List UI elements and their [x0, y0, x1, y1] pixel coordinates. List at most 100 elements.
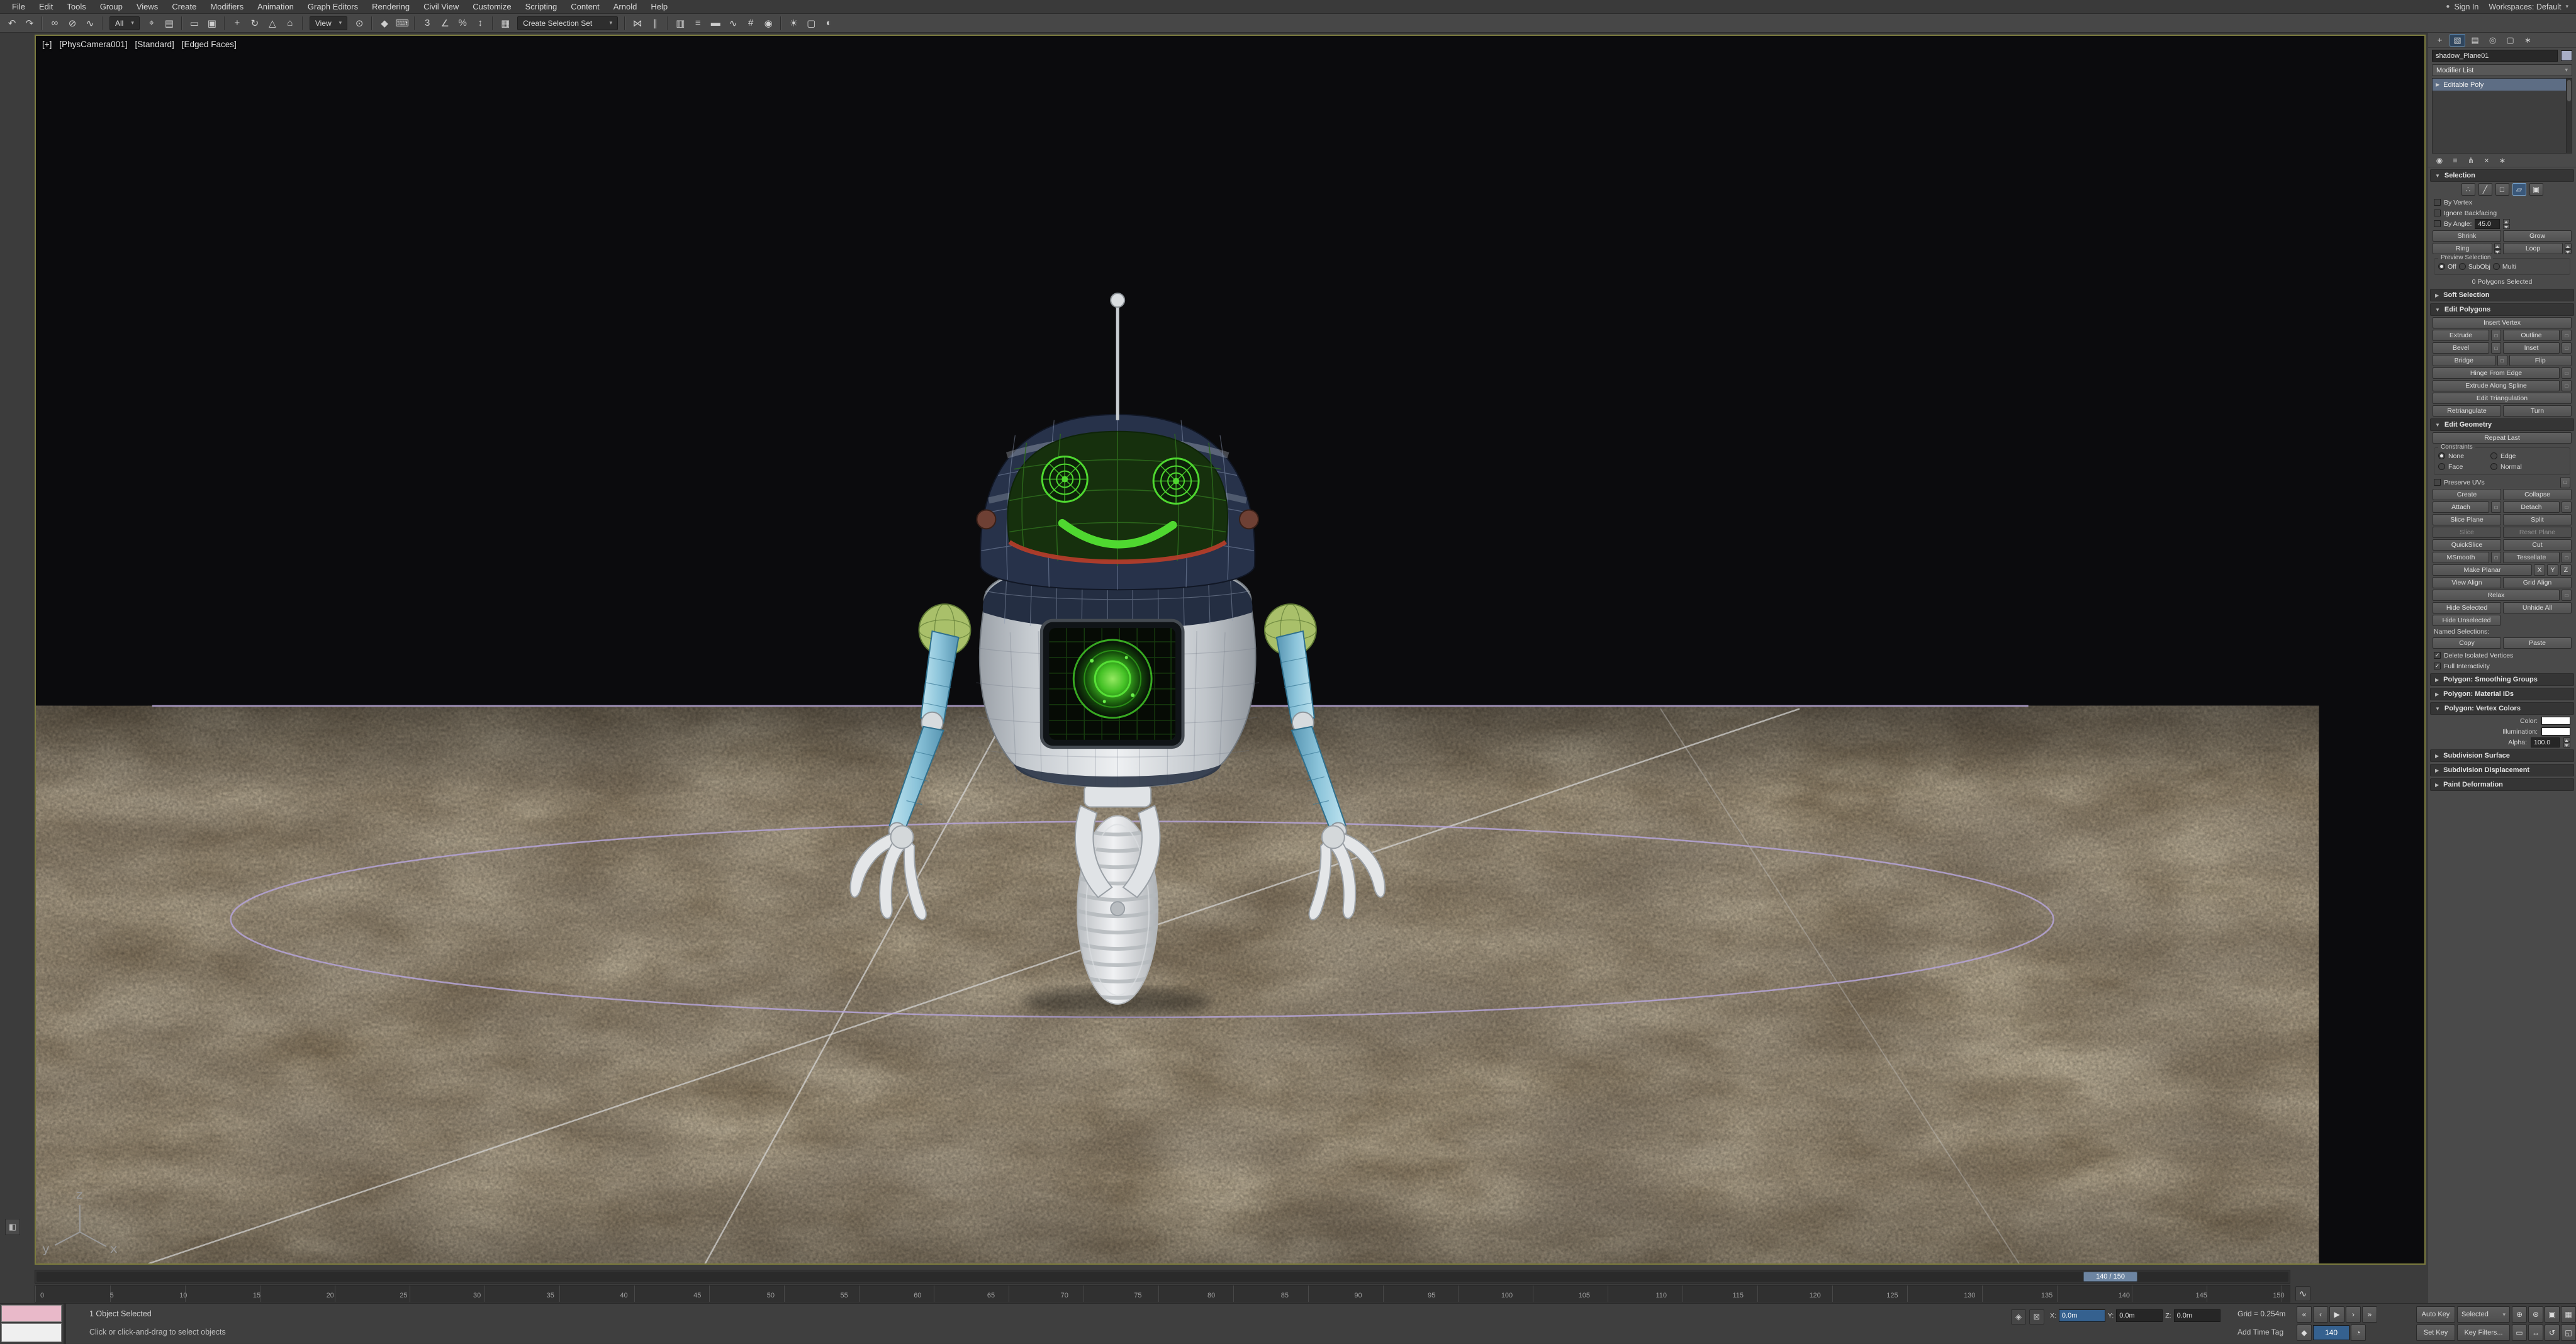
track-bar[interactable]: 0 5 10 15 20 25 30 35 40 45 50 55 60 65 70 75 80 85 90 95 10…	[35, 1285, 2290, 1302]
shrink-button[interactable]: Shrink	[2433, 230, 2501, 242]
maxscript-listener-field[interactable]	[1, 1323, 62, 1342]
viewport-canvas[interactable]: z x y	[36, 36, 2424, 1263]
toolbar-separator[interactable]	[42, 16, 43, 30]
time-slider-handle[interactable]: 140 / 150	[2083, 1272, 2137, 1282]
isolate-selection-toggle-icon[interactable]: ◈	[2011, 1309, 2026, 1324]
outline-settings-icon[interactable]: □	[2562, 330, 2572, 341]
make-planar-button[interactable]: Make Planar	[2433, 564, 2532, 576]
unhide-all-button[interactable]: Unhide All	[2503, 602, 2572, 613]
snaps-toggle-icon[interactable]: 3	[419, 16, 435, 31]
stack-scrollbar[interactable]	[2566, 79, 2572, 153]
show-end-result-icon[interactable]: ≡	[2449, 155, 2461, 166]
msmooth-button[interactable]: MSmooth	[2433, 552, 2489, 563]
align-icon[interactable]: ∥	[647, 16, 663, 31]
mini-curve-editor-button[interactable]: ∿	[2295, 1286, 2310, 1301]
rollout-edit-polygons[interactable]: ▼ Edit Polygons	[2430, 303, 2574, 316]
paste-button[interactable]: Paste	[2503, 637, 2572, 649]
remove-modifier-icon[interactable]: ×	[2480, 155, 2493, 166]
named-selection-sets-input[interactable]: Create Selection Set ▾	[517, 16, 619, 30]
preview-subobj-radio[interactable]	[2458, 263, 2466, 270]
menu-item[interactable]: Views	[130, 0, 165, 14]
toggle-scene-explorer-icon[interactable]: ▥	[672, 16, 688, 31]
configure-modifier-sets-icon[interactable]: ∗	[2496, 155, 2509, 166]
rollout-vertex-colors[interactable]: ▼ Polygon: Vertex Colors	[2430, 702, 2574, 715]
coord-x-field[interactable]: 0.0m	[2058, 1309, 2105, 1322]
toolbar-separator[interactable]	[102, 16, 103, 30]
constraint-face-radio[interactable]	[2438, 463, 2445, 470]
delete-isolated-vertices-checkbox[interactable]: ✓	[2434, 652, 2441, 659]
select-by-name-icon[interactable]: ▤	[161, 16, 177, 31]
relax-button[interactable]: Relax	[2433, 590, 2560, 601]
menu-item[interactable]: Modifiers	[203, 0, 250, 14]
menu-item[interactable]: Arnold	[607, 0, 644, 14]
ignore-backfacing-checkbox[interactable]	[2434, 210, 2441, 216]
make-planar-z-button[interactable]: Z	[2560, 564, 2572, 576]
unlink-selection-icon[interactable]: ⊘	[64, 16, 81, 31]
key-filters-button[interactable]: Key Filters...	[2457, 1324, 2510, 1341]
key-mode-select[interactable]: Selected ▾	[2457, 1306, 2510, 1323]
bridge-button[interactable]: Bridge	[2433, 355, 2495, 366]
object-name-field[interactable]: shadow_Plane01	[2432, 50, 2558, 62]
view-align-button[interactable]: View Align	[2433, 577, 2501, 588]
auto-key-button[interactable]: Auto Key	[2416, 1306, 2455, 1323]
time-slider[interactable]: 140 / 150	[35, 1270, 2290, 1284]
modifier-list-select[interactable]: Modifier List ▾	[2432, 64, 2572, 76]
time-configuration-icon[interactable]: ◔	[2351, 1324, 2366, 1341]
menu-item[interactable]: Scripting	[518, 0, 564, 14]
go-to-start-icon[interactable]: «	[2297, 1306, 2312, 1323]
by-angle-checkbox[interactable]	[2434, 220, 2441, 227]
workspace-selector[interactable]: Workspaces: Default ▾	[2489, 3, 2568, 11]
toolbar-separator[interactable]	[414, 16, 416, 30]
loop-button[interactable]: Loop	[2503, 243, 2563, 254]
extrude-along-spline-settings-icon[interactable]: □	[2562, 380, 2572, 391]
previous-frame-icon[interactable]: ‹	[2313, 1306, 2328, 1323]
rollout-soft-selection[interactable]: ▶ Soft Selection	[2430, 289, 2574, 301]
viewport-quality-menu[interactable]: [Edged Faces]	[182, 40, 237, 49]
grid-align-button[interactable]: Grid Align	[2503, 577, 2572, 588]
hinge-from-edge-button[interactable]: Hinge From Edge	[2433, 367, 2560, 379]
quickslice-button[interactable]: QuickSlice	[2433, 539, 2501, 551]
coord-z-field[interactable]: 0.0m	[2173, 1309, 2220, 1322]
ring-button[interactable]: Ring	[2433, 243, 2492, 254]
angle-snap-icon[interactable]: ∠	[437, 16, 453, 31]
make-planar-y-button[interactable]: Y	[2547, 564, 2558, 576]
zoom-extents-icon[interactable]: ▣	[2545, 1306, 2560, 1323]
extrude-settings-icon[interactable]: □	[2491, 330, 2501, 341]
next-frame-icon[interactable]: ›	[2346, 1306, 2361, 1323]
tab-hierarchy[interactable]: ▤	[2467, 34, 2483, 47]
add-time-tag-button[interactable]: Add Time Tag	[2237, 1328, 2283, 1336]
zoom-all-icon[interactable]: ⊛	[2528, 1306, 2543, 1323]
menu-item[interactable]: Create	[165, 0, 203, 14]
rollout-subdivision-displacement[interactable]: ▶ Subdivision Displacement	[2430, 764, 2574, 776]
alpha-spinner[interactable]	[2563, 737, 2570, 748]
preserve-uvs-checkbox[interactable]	[2434, 479, 2441, 486]
relax-settings-icon[interactable]: □	[2562, 590, 2572, 601]
hide-selected-button[interactable]: Hide Selected	[2433, 602, 2501, 613]
bevel-button[interactable]: Bevel	[2433, 342, 2489, 354]
by-vertex-checkbox[interactable]	[2434, 199, 2441, 206]
viewport-general-menu[interactable]: [+]	[42, 40, 52, 49]
preserve-uvs-settings-icon[interactable]: □	[2560, 476, 2570, 488]
viewport-pov-menu[interactable]: [PhysCamera001]	[59, 40, 127, 49]
current-frame-field[interactable]: 140	[2313, 1325, 2349, 1340]
menu-item[interactable]: Rendering	[365, 0, 417, 14]
rollout-smoothing-groups[interactable]: ▶ Polygon: Smoothing Groups	[2430, 673, 2574, 686]
toggle-ribbon-icon[interactable]: ▬	[707, 16, 724, 31]
hide-unselected-button[interactable]: Hide Unselected	[2433, 615, 2500, 626]
by-angle-field[interactable]: 45.0	[2475, 218, 2500, 229]
attach-button[interactable]: Attach	[2433, 501, 2489, 513]
undo-icon[interactable]: ↶	[4, 16, 20, 31]
time-slider-track[interactable]	[36, 1272, 2288, 1282]
rollout-paint-deformation[interactable]: ▶ Paint Deformation	[2430, 778, 2574, 791]
use-pivot-point-center-icon[interactable]: ⊙	[351, 16, 367, 31]
stack-item-editable-poly[interactable]: ▶ Editable Poly	[2433, 79, 2572, 91]
modifier-stack[interactable]: ▶ Editable Poly	[2432, 78, 2572, 154]
listener-splitter[interactable]	[64, 1304, 66, 1344]
extrude-along-spline-button[interactable]: Extrude Along Spline	[2433, 380, 2560, 391]
render-icon[interactable]: ◐	[820, 16, 837, 31]
object-color-swatch[interactable]	[2561, 50, 2572, 61]
subobject-vertex-icon[interactable]: ∴	[2461, 183, 2475, 196]
toolbar-separator[interactable]	[301, 16, 303, 30]
spinner-snap-icon[interactable]: ↕	[472, 16, 488, 31]
subobject-border-icon[interactable]: □	[2495, 183, 2509, 196]
